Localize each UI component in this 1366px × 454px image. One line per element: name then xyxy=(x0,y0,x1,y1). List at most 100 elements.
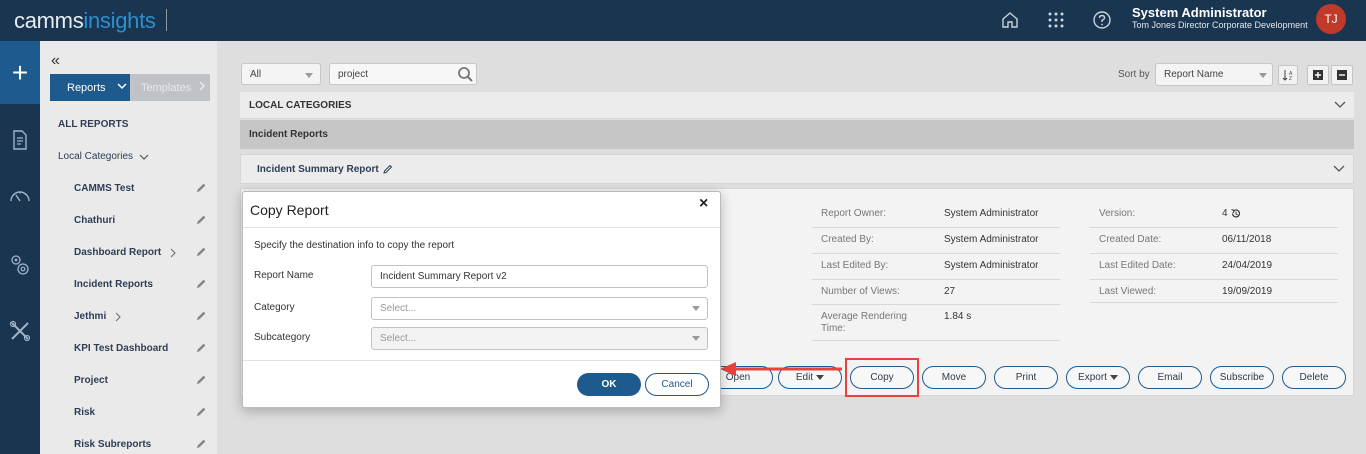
dropdown-caret-icon xyxy=(692,336,700,341)
category-select[interactable]: Select... xyxy=(371,297,708,320)
report-name-label: Report Name xyxy=(254,270,314,281)
sidebar-item[interactable]: KPI Test Dashboard xyxy=(74,343,168,354)
sidebar-item[interactable]: Risk xyxy=(74,407,95,418)
sidebar-item-label: Incident Reports xyxy=(74,279,153,290)
all-reports-link[interactable]: ALL REPORTS xyxy=(58,119,128,130)
sidebar-item-label: Risk xyxy=(74,407,96,418)
report-row[interactable]: Incident Summary Report xyxy=(240,154,1354,184)
app-logo[interactable]: cammsinsights xyxy=(14,8,156,34)
dialog-instruction: Specify the destination info to copy the… xyxy=(254,240,455,251)
detail-label: Average Rendering Time: xyxy=(821,311,907,334)
detail-label: Created By: xyxy=(821,234,874,245)
report-document-icon[interactable] xyxy=(8,128,32,152)
local-categories-toggle[interactable]: Local Categories xyxy=(58,151,149,162)
detail-value-text: 4 xyxy=(1222,208,1228,220)
sort-direction-button[interactable]: AZ xyxy=(1278,65,1298,85)
sidebar-item-label: CAMMS Test xyxy=(74,183,135,194)
tab-templates-label: Templates xyxy=(141,81,192,94)
dropdown-caret-icon xyxy=(1109,375,1118,380)
version-history-icon[interactable] xyxy=(1230,208,1241,219)
pencil-icon[interactable] xyxy=(195,438,207,450)
pencil-icon[interactable] xyxy=(195,406,207,418)
pencil-icon[interactable] xyxy=(195,374,207,386)
chevron-right-icon[interactable] xyxy=(169,248,177,258)
detail-divider xyxy=(1090,302,1338,303)
cancel-button[interactable]: Cancel xyxy=(645,373,709,396)
chevron-down-icon xyxy=(117,83,127,90)
apps-grid-icon[interactable] xyxy=(1045,9,1067,31)
search-icon[interactable] xyxy=(457,66,474,83)
subcategory-select[interactable]: Select... xyxy=(371,327,708,350)
search-value: project xyxy=(338,68,369,80)
tab-reports[interactable]: Reports xyxy=(50,74,130,101)
detail-value-text: 27 xyxy=(944,286,956,297)
detail-value: System Administrator xyxy=(944,234,1038,245)
detail-label: Version: xyxy=(1099,208,1136,219)
detail-value: 06/11/2018 xyxy=(1222,234,1271,245)
close-icon[interactable]: × xyxy=(699,195,708,213)
help-icon[interactable] xyxy=(1091,9,1113,31)
dialog-footer-divider xyxy=(243,360,720,361)
pencil-icon[interactable] xyxy=(195,214,207,226)
copy-highlight-box xyxy=(845,358,919,397)
pencil-icon[interactable] xyxy=(195,342,207,354)
category-select-value: Select... xyxy=(380,303,417,314)
subscribe-button[interactable]: Subscribe xyxy=(1210,366,1274,389)
pencil-icon[interactable] xyxy=(195,310,207,322)
dropdown-caret-icon xyxy=(305,73,313,78)
sidebar-item-label: Project xyxy=(74,375,108,386)
pencil-icon[interactable] xyxy=(195,278,207,290)
svg-text:Z: Z xyxy=(1289,76,1292,81)
sort-by-label: Sort by xyxy=(1118,69,1150,80)
expand-all-button[interactable] xyxy=(1307,65,1329,85)
detail-value: 27 xyxy=(944,286,955,297)
report-title[interactable]: Incident Summary Report xyxy=(257,164,379,175)
sidebar-item[interactable]: Jethmi xyxy=(74,311,122,322)
search-input[interactable]: project xyxy=(329,63,477,85)
tools-icon[interactable] xyxy=(8,319,32,343)
sidebar-item[interactable]: Risk Subreports xyxy=(74,439,151,450)
chevron-right-icon[interactable] xyxy=(114,312,122,322)
sidebar-item[interactable]: Chathuri xyxy=(74,215,115,226)
sidebar-item-label: Jethmi xyxy=(74,311,107,322)
tab-reports-label: Reports xyxy=(67,81,106,94)
sidebar-item[interactable]: Dashboard Report xyxy=(74,247,177,258)
export-button[interactable]: Export xyxy=(1066,366,1130,389)
detail-value: 19/09/2019 xyxy=(1222,286,1272,297)
detail-value: System Administrator xyxy=(944,208,1038,219)
sidebar-item[interactable]: Project xyxy=(74,375,108,386)
detail-value-text: 24/04/2019 xyxy=(1222,260,1273,271)
avatar[interactable]: TJ xyxy=(1316,4,1346,34)
speedometer-icon[interactable] xyxy=(8,184,32,208)
detail-divider xyxy=(1090,253,1338,254)
sidebar-item[interactable]: CAMMS Test xyxy=(74,183,134,194)
collapse-all-button[interactable] xyxy=(1331,65,1353,85)
category-header[interactable]: Incident Reports xyxy=(240,120,1354,149)
local-categories-header[interactable]: LOCAL CATEGORIES xyxy=(240,92,1354,119)
pencil-icon[interactable] xyxy=(195,182,207,194)
pencil-icon[interactable] xyxy=(195,246,207,258)
email-button[interactable]: Email xyxy=(1138,366,1202,389)
detail-label: Report Owner: xyxy=(821,208,887,219)
plus-icon[interactable]: + xyxy=(0,41,40,104)
sort-select[interactable]: Report Name xyxy=(1155,63,1273,86)
detail-divider xyxy=(812,304,1060,305)
pencil-icon[interactable] xyxy=(382,164,393,175)
home-icon[interactable] xyxy=(999,9,1021,31)
sidebar-item-label: Dashboard Report xyxy=(74,247,162,258)
sidebar-item[interactable]: Incident Reports xyxy=(74,279,153,290)
chevron-right-icon xyxy=(199,81,206,91)
settings-gears-icon[interactable] xyxy=(8,253,32,277)
detail-divider xyxy=(812,253,1060,254)
report-name-field[interactable]: Incident Summary Report v2 xyxy=(371,265,708,288)
sort-az-icon: AZ xyxy=(1282,70,1293,81)
chevron-down-icon xyxy=(1334,101,1346,108)
detail-value-text: 1.84 s xyxy=(944,311,972,322)
print-button[interactable]: Print xyxy=(994,366,1058,389)
scope-select[interactable]: All xyxy=(241,63,321,85)
move-button[interactable]: Move xyxy=(922,366,986,389)
collapse-sidebar-icon[interactable]: « xyxy=(51,52,60,70)
delete-button[interactable]: Delete xyxy=(1282,366,1346,389)
tab-templates[interactable]: Templates xyxy=(130,74,210,101)
ok-button[interactable]: OK xyxy=(577,373,641,396)
